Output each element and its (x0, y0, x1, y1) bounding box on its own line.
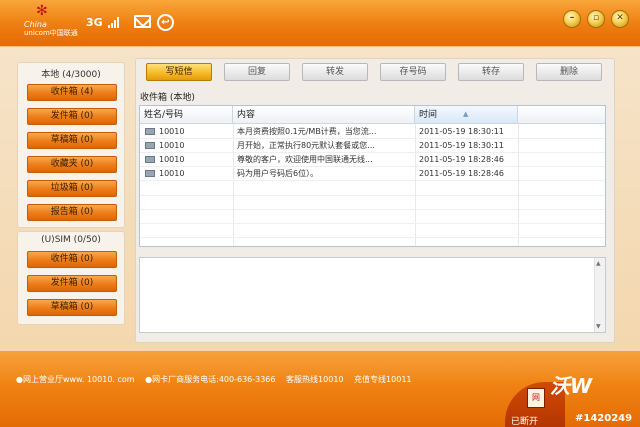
scroll-up-icon[interactable]: ▲ (596, 260, 601, 267)
message-preview[interactable]: ▲ ▼ (139, 257, 606, 333)
envelope-icon (145, 142, 155, 149)
sim-inbox-button[interactable]: 收件箱 (0) (27, 251, 117, 268)
message-content: 尊敬的客户，欢迎使用中国联通无线... (237, 155, 373, 164)
sim-storage-title: (U)SIM (0/50) (41, 235, 101, 245)
network-badge-icon[interactable]: 网 (527, 388, 545, 408)
footer-links: ●网上营业厅www. 10010. com ●网卡厂商服务电话:400-636-… (16, 375, 412, 384)
local-folders-panel: 本地 (4/3000) 收件箱 (4) 发件箱 (0) 草稿箱 (0) 收藏夹 … (17, 62, 125, 228)
watermark: #1420249 (575, 413, 633, 424)
message-row[interactable]: 10010 月开始，正常执行80元默认套餐或您... 2011-05-19 18… (140, 139, 605, 153)
unicom-knot-icon: ✻ (36, 3, 48, 19)
connection-status[interactable]: 已断开 (511, 414, 538, 427)
save-number-button[interactable]: 存号码 (380, 63, 446, 81)
brand-line2: unicom中国联通 (24, 29, 78, 37)
compose-button[interactable]: 写短信 (146, 63, 212, 81)
column-header-time[interactable]: ▲ 时间 (415, 106, 518, 124)
link-recharge-line[interactable]: 充值专线10011 (354, 375, 411, 384)
link-online-hall[interactable]: 网上营业厅www. 10010. com (23, 375, 135, 384)
message-time: 2011-05-19 18:30:11 (419, 141, 504, 150)
sms-icon[interactable] (134, 15, 151, 28)
message-sender: 10010 (159, 155, 185, 164)
column-header-time-label: 时间 (419, 110, 438, 120)
column-header-sender[interactable]: 姓名/号码 (140, 106, 233, 124)
local-reports-button[interactable]: 报告箱 (0) (27, 204, 117, 221)
forward-button[interactable]: 转发 (302, 63, 368, 81)
sim-outbox-button[interactable]: 发件箱 (0) (27, 275, 117, 292)
local-trash-button[interactable]: 垃圾箱 (0) (27, 180, 117, 197)
close-button[interactable]: ✕ (611, 10, 629, 28)
column-header-empty (518, 106, 605, 124)
message-list[interactable]: 姓名/号码 内容 ▲ 时间 10010 本月资费按照0.1元/MB计费，当您流.… (139, 105, 606, 247)
local-inbox-button[interactable]: 收件箱 (4) (27, 84, 117, 101)
message-time: 2011-05-19 18:30:11 (419, 127, 504, 136)
local-storage-title: 本地 (4/3000) (41, 70, 101, 80)
message-content: 月开始，正常执行80元默认套餐或您... (237, 141, 375, 150)
envelope-icon (145, 128, 155, 135)
message-sender: 10010 (159, 169, 185, 178)
column-header-content[interactable]: 内容 (233, 106, 415, 124)
message-row[interactable]: 10010 码为用户号码后6位）。 2011-05-19 18:28:46 (140, 167, 605, 181)
link-service-hotline[interactable]: 客服热线10010 (286, 375, 343, 384)
envelope-icon (145, 156, 155, 163)
message-row[interactable]: 10010 本月资费按照0.1元/MB计费，当您流... 2011-05-19 … (140, 125, 605, 139)
sim-folders-panel: (U)SIM (0/50) 收件箱 (0) 发件箱 (0) 草稿箱 (0) (17, 231, 125, 325)
link-vendor-hotline[interactable]: 网卡厂商服务电话:400-636-3366 (152, 375, 275, 384)
reply-button[interactable]: 回复 (224, 63, 290, 81)
move-button[interactable]: 转存 (458, 63, 524, 81)
preview-scrollbar[interactable]: ▲ ▼ (594, 258, 605, 332)
sim-drafts-button[interactable]: 草稿箱 (0) (27, 299, 117, 316)
scroll-down-icon[interactable]: ▼ (596, 323, 601, 330)
delete-button[interactable]: 删除 (536, 63, 602, 81)
message-time: 2011-05-19 18:28:46 (419, 169, 504, 178)
sort-arrow-icon: ▲ (463, 110, 469, 118)
maximize-button[interactable]: ▫ (587, 10, 605, 28)
message-content: 码为用户号码后6位）。 (237, 169, 319, 178)
message-sender: 10010 (159, 141, 185, 150)
network-type: 3G (86, 16, 103, 29)
signal-strength-icon (108, 17, 120, 28)
message-content: 本月资费按照0.1元/MB计费，当您流... (237, 127, 377, 136)
call-icon[interactable]: ↩ (157, 14, 174, 31)
minimize-button[interactable]: – (563, 10, 581, 28)
local-drafts-button[interactable]: 草稿箱 (0) (27, 132, 117, 149)
wo-logo: 沃W (550, 374, 593, 398)
message-sender: 10010 (159, 127, 185, 136)
local-outbox-button[interactable]: 发件箱 (0) (27, 108, 117, 125)
message-row[interactable]: 10010 尊敬的客户，欢迎使用中国联通无线... 2011-05-19 18:… (140, 153, 605, 167)
local-favorites-button[interactable]: 收藏夹 (0) (27, 156, 117, 173)
list-caption: 收件箱 (本地) (140, 93, 195, 103)
message-time: 2011-05-19 18:28:46 (419, 155, 504, 164)
envelope-icon (145, 170, 155, 177)
